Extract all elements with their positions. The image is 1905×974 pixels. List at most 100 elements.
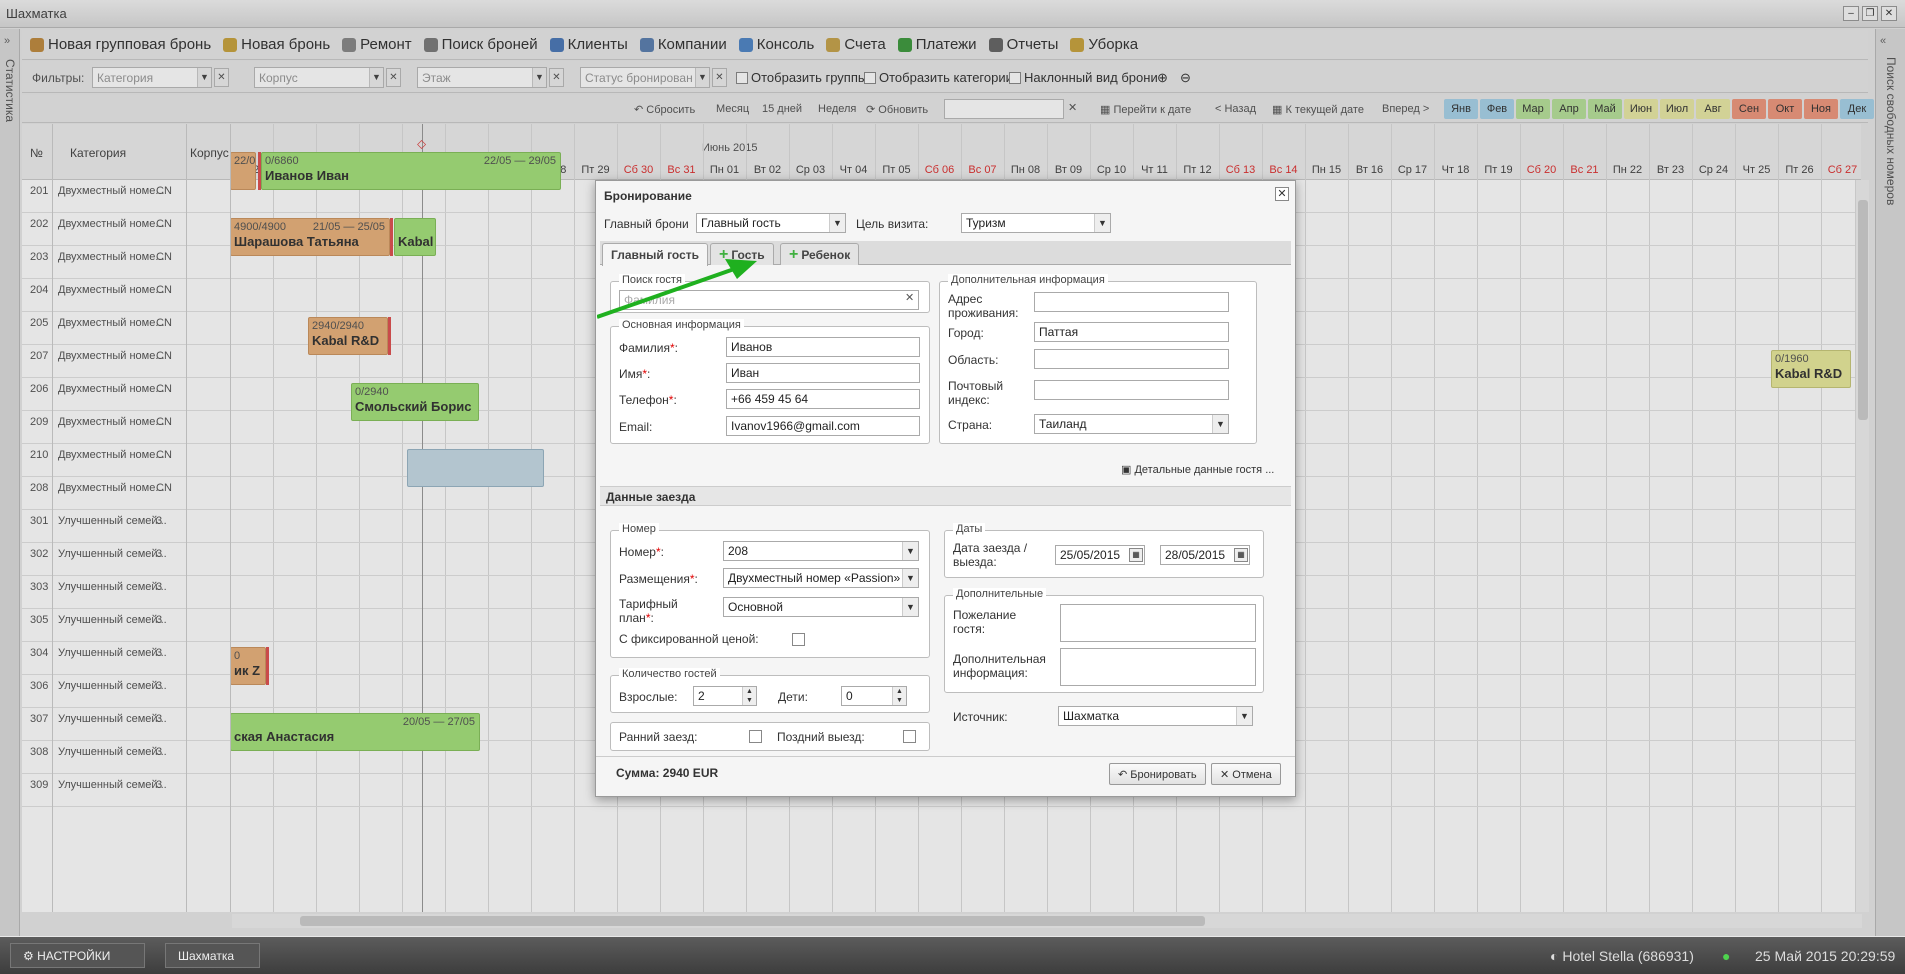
- main-booking-label: Главный брони: [604, 217, 689, 231]
- taskbar: ⚙ НАСТРОЙКИ Шахматка ◐ Hotel Stella (686…: [0, 937, 1905, 974]
- adults-value: 2: [698, 689, 705, 703]
- source-value: Шахматка: [1063, 709, 1120, 723]
- settings-label: НАСТРОЙКИ: [37, 949, 111, 963]
- late-checkout-checkbox[interactable]: [903, 730, 916, 743]
- surname-input[interactable]: Иванов: [726, 337, 920, 357]
- fixed-price-checkbox[interactable]: [792, 633, 805, 646]
- tab-child[interactable]: + Ребенок: [780, 243, 860, 265]
- phone-label-text: Телефон: [619, 393, 669, 407]
- chevron-down-icon[interactable]: ▼: [1236, 707, 1252, 725]
- building-icon: ◐: [1550, 948, 1563, 964]
- phone-label: Телефон*:: [619, 393, 677, 407]
- total-sum: Сумма: 2940 EUR: [616, 766, 719, 780]
- placement-label-text: Размещения: [619, 572, 690, 586]
- hotel-name-text: Hotel Stella (686931): [1562, 948, 1694, 964]
- plus-icon: +: [789, 246, 799, 263]
- country-select[interactable]: Таиланд ▼: [1034, 414, 1229, 434]
- book-button[interactable]: ↶ Бронировать: [1109, 763, 1206, 785]
- name-label-text: Имя: [619, 367, 643, 381]
- zip-input[interactable]: [1034, 380, 1229, 400]
- guest-details-link[interactable]: ▣ Детальные данные гостя ...: [1121, 463, 1274, 476]
- hotel-name: ◐ Hotel Stella (686931): [1550, 948, 1694, 964]
- extra-note-textarea[interactable]: [1060, 648, 1256, 686]
- city-input[interactable]: Паттая: [1034, 322, 1229, 342]
- guest-details-label: Детальные данные гостя ...: [1134, 464, 1275, 476]
- chessboard-task[interactable]: Шахматка: [165, 943, 260, 968]
- source-label: Источник:: [953, 710, 1008, 724]
- email-input[interactable]: Ivanov1966@gmail.com: [726, 416, 920, 436]
- tariff-label: Тарифный план*:: [619, 597, 678, 625]
- extra-info-legend: Дополнительная информация: [948, 274, 1108, 286]
- calendar-icon[interactable]: ▦: [1234, 548, 1248, 562]
- chevron-down-icon[interactable]: ▼: [902, 569, 918, 587]
- visit-purpose-select[interactable]: Туризм ▼: [961, 213, 1111, 233]
- chevron-down-icon[interactable]: ▼: [1212, 415, 1228, 433]
- name-input[interactable]: Иван: [726, 363, 920, 383]
- visit-purpose-value: Туризм: [966, 216, 1006, 230]
- placement-select[interactable]: Двухместный номер «Passion» ▼: [723, 568, 919, 588]
- additional-group: Дополнительные Пожелание гостя: Дополнит…: [944, 588, 1264, 693]
- dates-label: Дата заезда / выезда:: [953, 541, 1028, 569]
- children-stepper[interactable]: 0 ▲ ▼: [841, 686, 907, 706]
- address-input[interactable]: [1034, 292, 1229, 312]
- early-checkin-checkbox[interactable]: [749, 730, 762, 743]
- room-number-select[interactable]: 208 ▼: [723, 541, 919, 561]
- wish-label: Пожелание гостя:: [953, 608, 1017, 636]
- early-late-group: Ранний заезд: Поздний выезд:: [610, 722, 930, 751]
- extra-info-group: Дополнительная информация Адрес проживан…: [939, 274, 1257, 444]
- guest-count-group: Количество гостей Взрослые: 2 ▲ ▼ Дети: 0 ▲…: [610, 668, 930, 713]
- main-booking-select[interactable]: Главный гость ▼: [696, 213, 846, 233]
- surname-label-text: Фамилия: [619, 341, 670, 355]
- cancel-button-label: Отмена: [1232, 769, 1272, 781]
- stepper-arrows-icon[interactable]: ▲ ▼: [742, 687, 756, 705]
- wish-textarea[interactable]: [1060, 604, 1256, 642]
- chevron-down-icon[interactable]: ▼: [829, 214, 845, 232]
- placement-value: Двухместный номер «Passion»: [728, 571, 901, 585]
- checkin-date-input[interactable]: 25/05/2015 ▦: [1055, 545, 1145, 565]
- checkout-date-value: 28/05/2015: [1165, 548, 1226, 562]
- calendar-icon[interactable]: ▦: [1129, 548, 1143, 562]
- checkin-date-value: 25/05/2015: [1060, 548, 1121, 562]
- region-input[interactable]: [1034, 349, 1229, 369]
- additional-legend: Дополнительные: [953, 588, 1047, 600]
- placement-label: Размещения*:: [619, 572, 698, 586]
- name-label: Имя*:: [619, 367, 651, 381]
- dates-legend: Даты: [953, 523, 986, 535]
- source-select[interactable]: Шахматка ▼: [1058, 706, 1253, 726]
- phone-input[interactable]: +66 459 45 64: [726, 389, 920, 409]
- annotation-arrow-icon: [597, 259, 757, 319]
- close-icon[interactable]: ✕: [1275, 187, 1289, 201]
- checkout-date-input[interactable]: 28/05/2015 ▦: [1160, 545, 1250, 565]
- dates-group: Даты Дата заезда / выезда: 25/05/2015 ▦ 2…: [944, 523, 1264, 578]
- adults-stepper[interactable]: 2 ▲ ▼: [693, 686, 757, 706]
- email-label: Email:: [619, 420, 653, 434]
- guest-count-legend: Количество гостей: [619, 668, 720, 680]
- city-label: Город:: [948, 326, 984, 340]
- zip-label: Почтовый индекс:: [948, 379, 1004, 407]
- checkin-section-header: Данные заезда: [600, 486, 1291, 506]
- datetime: 25 Май 2015 20:29:59: [1755, 948, 1896, 964]
- stepper-arrows-icon[interactable]: ▲ ▼: [892, 687, 906, 705]
- undo-arrow-icon: ↶: [1118, 769, 1131, 781]
- footer-divider: [596, 756, 1295, 757]
- close-icon: ✕: [1220, 769, 1233, 781]
- room-number-label: Номер*:: [619, 545, 664, 559]
- cancel-button[interactable]: ✕ Отмена: [1211, 763, 1281, 785]
- region-label: Область:: [948, 353, 999, 367]
- chevron-down-icon[interactable]: ▼: [1094, 214, 1110, 232]
- chevron-down-icon[interactable]: ▼: [902, 542, 918, 560]
- person-card-icon: ▣: [1121, 464, 1135, 476]
- tariff-select[interactable]: Основной ▼: [723, 597, 919, 617]
- early-checkin-label: Ранний заезд:: [619, 730, 698, 744]
- chevron-down-icon[interactable]: ▼: [902, 598, 918, 616]
- extra-note-label: Дополнительная информация:: [953, 652, 1046, 680]
- book-button-label: Бронировать: [1130, 769, 1197, 781]
- address-label: Адрес проживания:: [948, 292, 1019, 320]
- room-group: Номер Номер*: 208 ▼ Размещения*: Двухмест…: [610, 523, 930, 658]
- settings-button[interactable]: ⚙ НАСТРОЙКИ: [10, 943, 145, 968]
- main-booking-value: Главный гость: [701, 216, 781, 230]
- room-number-label-text: Номер: [619, 545, 656, 559]
- dialog-title: Бронирование: [604, 189, 692, 203]
- basic-info-group: Основная информация Фамилия*: Иванов Имя…: [610, 319, 930, 444]
- clear-search-icon[interactable]: ✕: [905, 291, 914, 304]
